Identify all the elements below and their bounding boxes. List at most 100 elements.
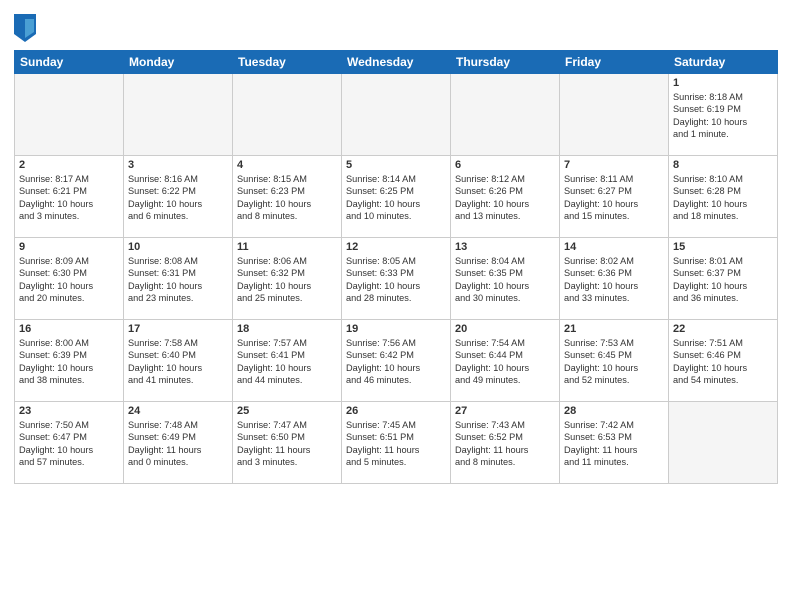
day-number: 7 bbox=[564, 159, 664, 171]
day-number: 20 bbox=[455, 323, 555, 335]
day-number: 24 bbox=[128, 405, 228, 417]
calendar-cell: 15 Sunrise: 8:01 AM Sunset: 6:37 PM Dayli… bbox=[669, 238, 778, 320]
day-info: Sunrise: 7:51 AM Sunset: 6:46 PM Dayligh… bbox=[673, 337, 773, 387]
calendar-cell: 21 Sunrise: 7:53 AM Sunset: 6:45 PM Dayli… bbox=[560, 320, 669, 402]
calendar-cell: 14 Sunrise: 8:02 AM Sunset: 6:36 PM Dayli… bbox=[560, 238, 669, 320]
day-number: 9 bbox=[19, 241, 119, 253]
logo bbox=[14, 14, 39, 42]
calendar-cell bbox=[451, 74, 560, 156]
day-number: 10 bbox=[128, 241, 228, 253]
day-info: Sunrise: 7:53 AM Sunset: 6:45 PM Dayligh… bbox=[564, 337, 664, 387]
day-info: Sunrise: 8:14 AM Sunset: 6:25 PM Dayligh… bbox=[346, 173, 446, 223]
day-number: 25 bbox=[237, 405, 337, 417]
day-number: 27 bbox=[455, 405, 555, 417]
day-number: 14 bbox=[564, 241, 664, 253]
calendar-week-3: 9 Sunrise: 8:09 AM Sunset: 6:30 PM Daylig… bbox=[15, 238, 778, 320]
day-info: Sunrise: 7:48 AM Sunset: 6:49 PM Dayligh… bbox=[128, 419, 228, 469]
calendar-cell: 23 Sunrise: 7:50 AM Sunset: 6:47 PM Dayli… bbox=[15, 402, 124, 484]
calendar-cell: 6 Sunrise: 8:12 AM Sunset: 6:26 PM Daylig… bbox=[451, 156, 560, 238]
day-number: 3 bbox=[128, 159, 228, 171]
day-number: 6 bbox=[455, 159, 555, 171]
day-info: Sunrise: 7:43 AM Sunset: 6:52 PM Dayligh… bbox=[455, 419, 555, 469]
day-info: Sunrise: 8:10 AM Sunset: 6:28 PM Dayligh… bbox=[673, 173, 773, 223]
calendar-cell: 4 Sunrise: 8:15 AM Sunset: 6:23 PM Daylig… bbox=[233, 156, 342, 238]
day-info: Sunrise: 7:57 AM Sunset: 6:41 PM Dayligh… bbox=[237, 337, 337, 387]
calendar-week-4: 16 Sunrise: 8:00 AM Sunset: 6:39 PM Dayli… bbox=[15, 320, 778, 402]
calendar-week-2: 2 Sunrise: 8:17 AM Sunset: 6:21 PM Daylig… bbox=[15, 156, 778, 238]
calendar-cell: 27 Sunrise: 7:43 AM Sunset: 6:52 PM Dayli… bbox=[451, 402, 560, 484]
day-info: Sunrise: 8:08 AM Sunset: 6:31 PM Dayligh… bbox=[128, 255, 228, 305]
calendar-cell: 12Sunrise: 8:05 AM Sunset: 6:33 PM Dayli… bbox=[342, 238, 451, 320]
page: SundayMondayTuesdayWednesdayThursdayFrid… bbox=[0, 0, 792, 612]
day-number: 15 bbox=[673, 241, 773, 253]
day-number: 5 bbox=[346, 159, 446, 171]
calendar-cell: 16 Sunrise: 8:00 AM Sunset: 6:39 PM Dayli… bbox=[15, 320, 124, 402]
day-info: Sunrise: 8:00 AM Sunset: 6:39 PM Dayligh… bbox=[19, 337, 119, 387]
calendar-week-5: 23 Sunrise: 7:50 AM Sunset: 6:47 PM Dayli… bbox=[15, 402, 778, 484]
calendar-cell: 8 Sunrise: 8:10 AM Sunset: 6:28 PM Daylig… bbox=[669, 156, 778, 238]
header bbox=[14, 10, 778, 42]
calendar-cell bbox=[124, 74, 233, 156]
day-number: 28 bbox=[564, 405, 664, 417]
day-info: Sunrise: 8:02 AM Sunset: 6:36 PM Dayligh… bbox=[564, 255, 664, 305]
day-info: Sunrise: 8:04 AM Sunset: 6:35 PM Dayligh… bbox=[455, 255, 555, 305]
day-number: 1 bbox=[673, 77, 773, 89]
day-number: 11 bbox=[237, 241, 337, 253]
weekday-header-friday: Friday bbox=[560, 51, 669, 74]
weekday-header-monday: Monday bbox=[124, 51, 233, 74]
calendar-cell: 19Sunrise: 7:56 AM Sunset: 6:42 PM Dayli… bbox=[342, 320, 451, 402]
calendar-cell: 25 Sunrise: 7:47 AM Sunset: 6:50 PM Dayli… bbox=[233, 402, 342, 484]
logo-icon bbox=[14, 14, 36, 42]
calendar-cell bbox=[342, 74, 451, 156]
calendar-cell: 20Sunrise: 7:54 AM Sunset: 6:44 PM Dayli… bbox=[451, 320, 560, 402]
calendar-week-1: 1 Sunrise: 8:18 AM Sunset: 6:19 PM Daylig… bbox=[15, 74, 778, 156]
day-number: 18 bbox=[237, 323, 337, 335]
day-info: Sunrise: 7:45 AM Sunset: 6:51 PM Dayligh… bbox=[346, 419, 446, 469]
day-number: 26 bbox=[346, 405, 446, 417]
calendar-cell: 22 Sunrise: 7:51 AM Sunset: 6:46 PM Dayli… bbox=[669, 320, 778, 402]
calendar-cell: 7 Sunrise: 8:11 AM Sunset: 6:27 PM Daylig… bbox=[560, 156, 669, 238]
calendar-cell: 5 Sunrise: 8:14 AM Sunset: 6:25 PM Daylig… bbox=[342, 156, 451, 238]
calendar-cell: 17Sunrise: 7:58 AM Sunset: 6:40 PM Dayli… bbox=[124, 320, 233, 402]
day-info: Sunrise: 8:17 AM Sunset: 6:21 PM Dayligh… bbox=[19, 173, 119, 223]
calendar-cell: 9 Sunrise: 8:09 AM Sunset: 6:30 PM Daylig… bbox=[15, 238, 124, 320]
day-info: Sunrise: 8:11 AM Sunset: 6:27 PM Dayligh… bbox=[564, 173, 664, 223]
calendar-cell bbox=[560, 74, 669, 156]
day-info: Sunrise: 8:01 AM Sunset: 6:37 PM Dayligh… bbox=[673, 255, 773, 305]
day-info: Sunrise: 8:18 AM Sunset: 6:19 PM Dayligh… bbox=[673, 91, 773, 141]
day-number: 4 bbox=[237, 159, 337, 171]
weekday-header-thursday: Thursday bbox=[451, 51, 560, 74]
calendar-cell: 28 Sunrise: 7:42 AM Sunset: 6:53 PM Dayli… bbox=[560, 402, 669, 484]
calendar-cell: 11 Sunrise: 8:06 AM Sunset: 6:32 PM Dayli… bbox=[233, 238, 342, 320]
day-number: 17 bbox=[128, 323, 228, 335]
day-info: Sunrise: 7:50 AM Sunset: 6:47 PM Dayligh… bbox=[19, 419, 119, 469]
day-info: Sunrise: 7:47 AM Sunset: 6:50 PM Dayligh… bbox=[237, 419, 337, 469]
day-info: Sunrise: 8:09 AM Sunset: 6:30 PM Dayligh… bbox=[19, 255, 119, 305]
day-number: 2 bbox=[19, 159, 119, 171]
day-info: Sunrise: 7:42 AM Sunset: 6:53 PM Dayligh… bbox=[564, 419, 664, 469]
day-info: Sunrise: 8:16 AM Sunset: 6:22 PM Dayligh… bbox=[128, 173, 228, 223]
weekday-header-wednesday: Wednesday bbox=[342, 51, 451, 74]
calendar-cell bbox=[669, 402, 778, 484]
calendar-cell: 24 Sunrise: 7:48 AM Sunset: 6:49 PM Dayli… bbox=[124, 402, 233, 484]
weekday-row: SundayMondayTuesdayWednesdayThursdayFrid… bbox=[15, 51, 778, 74]
weekday-header-tuesday: Tuesday bbox=[233, 51, 342, 74]
day-number: 8 bbox=[673, 159, 773, 171]
day-info: Sunrise: 8:06 AM Sunset: 6:32 PM Dayligh… bbox=[237, 255, 337, 305]
calendar-cell bbox=[15, 74, 124, 156]
calendar-cell: 13 Sunrise: 8:04 AM Sunset: 6:35 PM Dayli… bbox=[451, 238, 560, 320]
day-number: 19 bbox=[346, 323, 446, 335]
day-number: 16 bbox=[19, 323, 119, 335]
calendar: SundayMondayTuesdayWednesdayThursdayFrid… bbox=[14, 50, 778, 484]
day-number: 21 bbox=[564, 323, 664, 335]
day-number: 13 bbox=[455, 241, 555, 253]
calendar-header: SundayMondayTuesdayWednesdayThursdayFrid… bbox=[15, 51, 778, 74]
calendar-cell bbox=[233, 74, 342, 156]
day-number: 22 bbox=[673, 323, 773, 335]
calendar-cell: 18 Sunrise: 7:57 AM Sunset: 6:41 PM Dayli… bbox=[233, 320, 342, 402]
calendar-cell: 1 Sunrise: 8:18 AM Sunset: 6:19 PM Daylig… bbox=[669, 74, 778, 156]
calendar-cell: 26 Sunrise: 7:45 AM Sunset: 6:51 PM Dayli… bbox=[342, 402, 451, 484]
day-number: 23 bbox=[19, 405, 119, 417]
day-info: Sunrise: 8:15 AM Sunset: 6:23 PM Dayligh… bbox=[237, 173, 337, 223]
day-info: Sunrise: 8:12 AM Sunset: 6:26 PM Dayligh… bbox=[455, 173, 555, 223]
